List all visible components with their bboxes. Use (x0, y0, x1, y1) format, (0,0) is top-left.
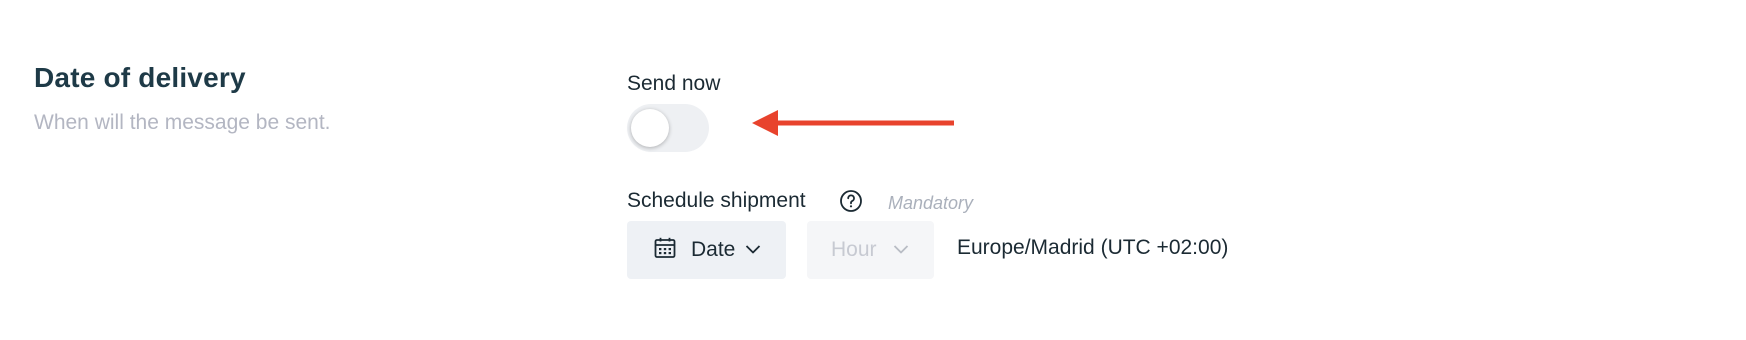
hour-picker-button[interactable]: Hour (807, 221, 934, 279)
send-now-label: Send now (627, 72, 721, 95)
date-picker-button[interactable]: Date (627, 221, 786, 279)
section-title: Date of delivery (34, 62, 246, 93)
schedule-shipment-label: Schedule shipment (627, 189, 806, 212)
question-circle-icon[interactable] (839, 189, 863, 213)
arrow-left-icon (752, 110, 954, 136)
mandatory-indicator: Mandatory (888, 193, 974, 213)
delivery-settings-page: Date of delivery When will the message b… (0, 0, 1746, 340)
chevron-down-icon (893, 245, 909, 254)
timezone-label: Europe/Madrid (UTC +02:00) (957, 236, 1229, 259)
send-now-toggle[interactable] (627, 104, 709, 152)
date-label: Date (691, 238, 736, 261)
hour-label: Hour (831, 238, 877, 261)
section-description: When will the message be sent. (34, 111, 331, 134)
chevron-down-icon (745, 245, 761, 254)
toggle-knob[interactable] (631, 109, 669, 147)
calendar-icon (654, 237, 676, 258)
